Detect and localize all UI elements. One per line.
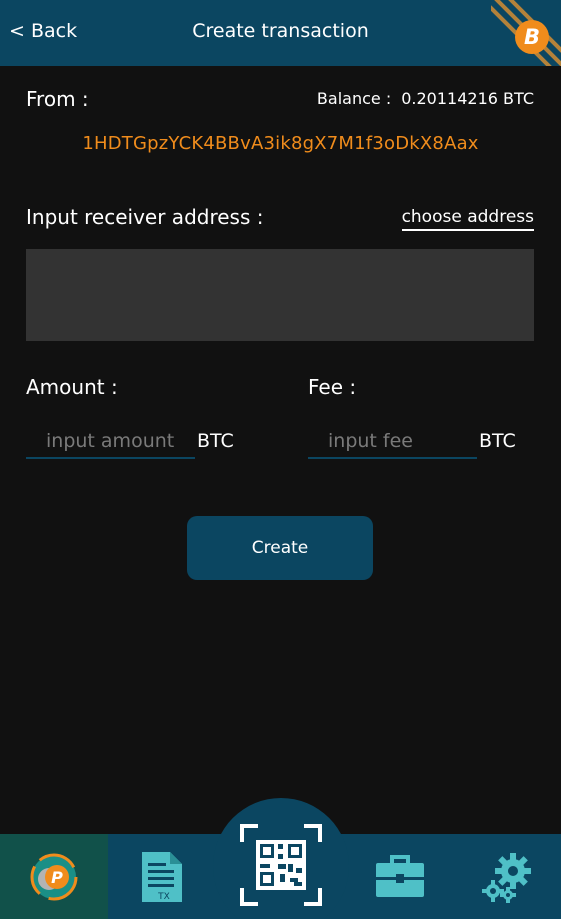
transaction-document-icon: TX (142, 851, 182, 902)
nav-scan[interactable] (230, 815, 332, 915)
nav-transactions[interactable]: TX (108, 834, 216, 919)
nav-settings[interactable] (454, 834, 561, 919)
bitcoin-badge: B (491, 0, 561, 66)
qr-scan-icon (240, 824, 322, 906)
page-title: Create transaction (192, 20, 369, 42)
amount-label: Amount : (26, 375, 118, 399)
create-button[interactable]: Create (187, 516, 373, 580)
sender-address: 1HDTGpzYCK4BBvA3ik8gX7M1f3oDkX8Aax (82, 133, 479, 154)
receiver-label: Input receiver address : (26, 205, 264, 229)
fee-input[interactable] (308, 425, 477, 459)
fee-unit: BTC (479, 430, 516, 452)
amount-unit: BTC (197, 430, 234, 452)
toolbox-icon (376, 854, 424, 897)
fee-label: Fee : (308, 375, 357, 399)
from-label: From : (26, 87, 89, 111)
balance-value: 0.20114216 BTC (401, 89, 534, 108)
svg-text:P: P (51, 868, 63, 887)
header-bar: < Back Create transaction B (0, 0, 561, 66)
balance-display: Balance : 0.20114216 BTC (317, 89, 534, 108)
nav-wallet[interactable]: P (0, 834, 108, 919)
tx-badge: TX (157, 892, 170, 902)
choose-address-link[interactable]: choose address (401, 207, 534, 231)
wallet-coin-icon: P (30, 853, 78, 900)
balance-label: Balance : (316, 89, 392, 108)
nav-tools[interactable] (346, 834, 454, 919)
amount-input[interactable] (26, 425, 195, 459)
bitcoin-icon: B (515, 20, 549, 54)
settings-gears-icon (481, 852, 531, 903)
receiver-address-input[interactable] (26, 249, 534, 341)
